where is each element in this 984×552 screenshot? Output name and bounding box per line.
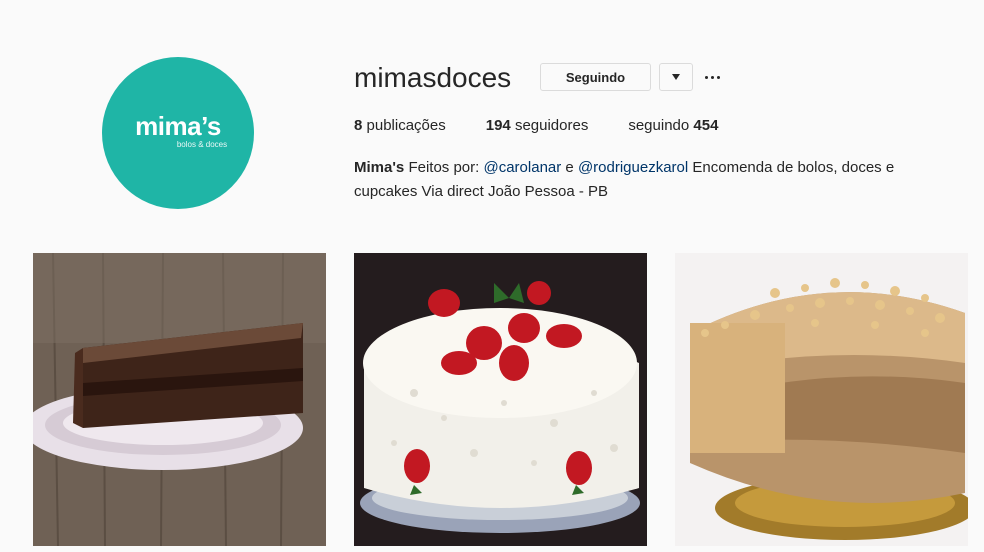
bio-mention-carolanar[interactable]: @carolanar xyxy=(483,159,561,176)
suggestions-dropdown-button[interactable] xyxy=(659,63,693,91)
following-stat[interactable]: seguindo 454 xyxy=(628,117,718,134)
followers-label: seguidores xyxy=(514,117,589,134)
avatar-tagline: bolos & doces xyxy=(176,140,228,149)
strawberry-cream-cake-image xyxy=(354,253,647,546)
bio-text: e xyxy=(565,159,574,176)
followers-stat[interactable]: 194 seguidores xyxy=(486,117,589,134)
post-thumbnail[interactable] xyxy=(354,253,647,546)
chevron-down-icon xyxy=(672,74,680,80)
bio-text: Feitos por: xyxy=(408,159,480,176)
ellipsis-icon[interactable] xyxy=(702,70,722,84)
following-button[interactable]: Seguindo xyxy=(540,63,651,91)
profile-stats: 8 publicações 194 seguidores seguindo 45… xyxy=(354,117,758,134)
posts-label: publicações xyxy=(366,117,446,134)
posts-stat: 8 publicações xyxy=(354,117,446,134)
following-count: 454 xyxy=(693,117,719,134)
caramel-peanut-cake-image xyxy=(675,253,968,546)
posts-count: 8 xyxy=(354,117,363,134)
post-thumbnail[interactable] xyxy=(33,253,326,546)
profile-username: mimasdoces xyxy=(354,62,512,93)
post-thumbnail[interactable] xyxy=(675,253,968,546)
following-label: seguindo xyxy=(628,117,690,134)
chocolate-cake-image xyxy=(33,253,326,546)
followers-count: 194 xyxy=(485,117,511,134)
avatar-brand-text: mima’s xyxy=(135,111,221,141)
bio-mention-rodriguezkarol[interactable]: @rodriguezkarol xyxy=(578,159,688,176)
profile-avatar[interactable]: mima’s bolos & doces xyxy=(102,57,254,209)
bio-name: Mima's xyxy=(354,159,405,176)
profile-bio: Mima's Feitos por: @carolanar e @rodrigu… xyxy=(354,156,944,204)
